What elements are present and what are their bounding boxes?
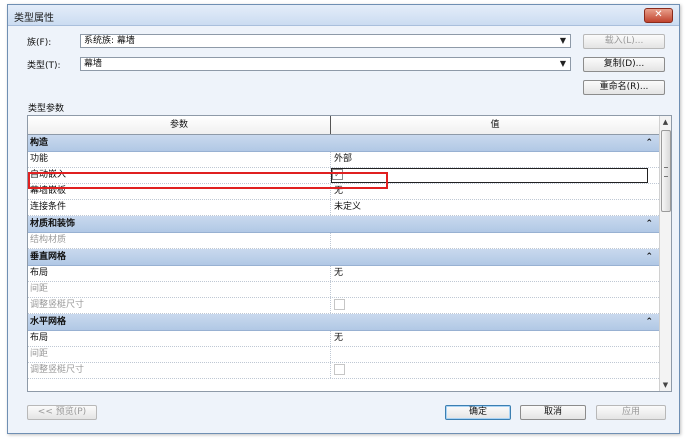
param-column-header[interactable]: 参数: [28, 116, 331, 134]
checkbox-icon[interactable]: [334, 299, 345, 310]
param-name: 结构材质: [30, 235, 67, 245]
type-properties-dialog: 类型属性 ✕ 族(F): 系统族: 幕墙 ▼ 载入(L)... 类型(T): 幕…: [7, 4, 680, 434]
param-name: 布局: [30, 268, 49, 278]
group-header[interactable]: 垂直网格 ⌃: [28, 249, 659, 266]
param-name: 调整竖梃尺寸: [30, 300, 85, 310]
param-row[interactable]: 连接条件 未定义: [28, 200, 659, 216]
param-name: 间距: [30, 284, 49, 294]
window-title: 类型属性: [14, 13, 54, 24]
grid-body: 参数 值 构造 ⌃ 功能 外部 自动嵌入 ✓ 幕墙嵌板无连接条件 未定义 材质和装饰 ⌃ 结构材质垂…: [28, 116, 659, 379]
type-params-label: 类型参数: [28, 104, 65, 114]
param-row[interactable]: 布局 无: [28, 266, 659, 282]
column-divider: [330, 282, 331, 297]
group-title: 材质和装饰: [30, 219, 76, 229]
cancel-button[interactable]: 取消: [520, 405, 586, 420]
duplicate-button[interactable]: 复制(D)...: [583, 57, 665, 72]
family-label: 族(F):: [27, 38, 52, 48]
preview-button[interactable]: << 预览(P): [27, 405, 97, 420]
group-title: 水平网格: [30, 317, 67, 327]
annotation-highlight-box: [28, 172, 388, 189]
param-row[interactable]: 间距: [28, 282, 659, 298]
grid-scrollbar[interactable]: ▲ ▼: [659, 116, 671, 391]
family-select[interactable]: 系统族: 幕墙 ▼: [80, 34, 571, 48]
scroll-grip-icon: [664, 167, 668, 177]
param-row[interactable]: 调整竖梃尺寸: [28, 298, 659, 314]
column-divider: [330, 233, 331, 248]
collapse-chevron-icon[interactable]: ⌃: [645, 216, 653, 232]
group-header[interactable]: 水平网格 ⌃: [28, 314, 659, 331]
collapse-chevron-icon[interactable]: ⌃: [645, 314, 653, 330]
column-divider: [330, 266, 331, 281]
column-divider: [330, 363, 331, 378]
load-button[interactable]: 载入(L)...: [583, 34, 665, 49]
param-value[interactable]: 未定义: [334, 201, 361, 214]
title-bar[interactable]: 类型属性 ✕: [8, 5, 679, 26]
param-name: 间距: [30, 349, 49, 359]
type-select[interactable]: 幕墙 ▼: [80, 57, 571, 71]
param-value-cell[interactable]: [334, 364, 345, 377]
close-button[interactable]: ✕: [644, 8, 673, 23]
chevron-down-icon: ▼: [559, 36, 566, 45]
scroll-down-arrow-icon[interactable]: ▼: [660, 379, 671, 391]
chevron-down-icon: ▼: [559, 59, 566, 68]
value-column-header[interactable]: 值: [331, 116, 659, 134]
column-divider: [330, 347, 331, 362]
apply-button[interactable]: 应用: [596, 405, 666, 420]
scroll-up-arrow-icon[interactable]: ▲: [660, 116, 671, 128]
collapse-chevron-icon[interactable]: ⌃: [645, 135, 653, 151]
column-divider: [330, 152, 331, 167]
checkbox-icon[interactable]: [334, 364, 345, 375]
param-value-cell[interactable]: [334, 299, 345, 312]
column-divider: [330, 331, 331, 346]
grid-header: 参数 值: [28, 116, 659, 135]
rename-button[interactable]: 重命名(R)...: [583, 80, 665, 95]
column-divider: [330, 298, 331, 313]
param-value[interactable]: 无: [334, 267, 343, 280]
collapse-chevron-icon[interactable]: ⌃: [645, 249, 653, 265]
group-header[interactable]: 材质和装饰 ⌃: [28, 216, 659, 233]
type-label: 类型(T):: [27, 61, 61, 71]
param-name: 布局: [30, 333, 49, 343]
column-divider: [330, 200, 331, 215]
param-row[interactable]: 调整竖梃尺寸: [28, 363, 659, 379]
param-row[interactable]: 功能 外部: [28, 152, 659, 168]
family-select-value: 系统族: 幕墙: [84, 36, 135, 46]
ok-button[interactable]: 确定: [445, 405, 511, 420]
param-row[interactable]: 布局 无: [28, 331, 659, 347]
type-select-value: 幕墙: [84, 59, 103, 69]
param-name: 调整竖梃尺寸: [30, 365, 85, 375]
group-header[interactable]: 构造 ⌃: [28, 135, 659, 152]
group-title: 构造: [30, 138, 49, 148]
param-name: 连接条件: [30, 202, 67, 212]
param-row[interactable]: 结构材质: [28, 233, 659, 249]
param-value[interactable]: 无: [334, 332, 343, 345]
param-value[interactable]: 外部: [334, 153, 352, 166]
group-title: 垂直网格: [30, 252, 67, 262]
scroll-thumb[interactable]: [661, 130, 671, 212]
type-parameters-grid[interactable]: 参数 值 构造 ⌃ 功能 外部 自动嵌入 ✓ 幕墙嵌板无连接条件 未定义 材质和装饰 ⌃ 结构材质垂…: [27, 115, 672, 392]
param-row[interactable]: 间距: [28, 347, 659, 363]
param-name: 功能: [30, 154, 49, 164]
